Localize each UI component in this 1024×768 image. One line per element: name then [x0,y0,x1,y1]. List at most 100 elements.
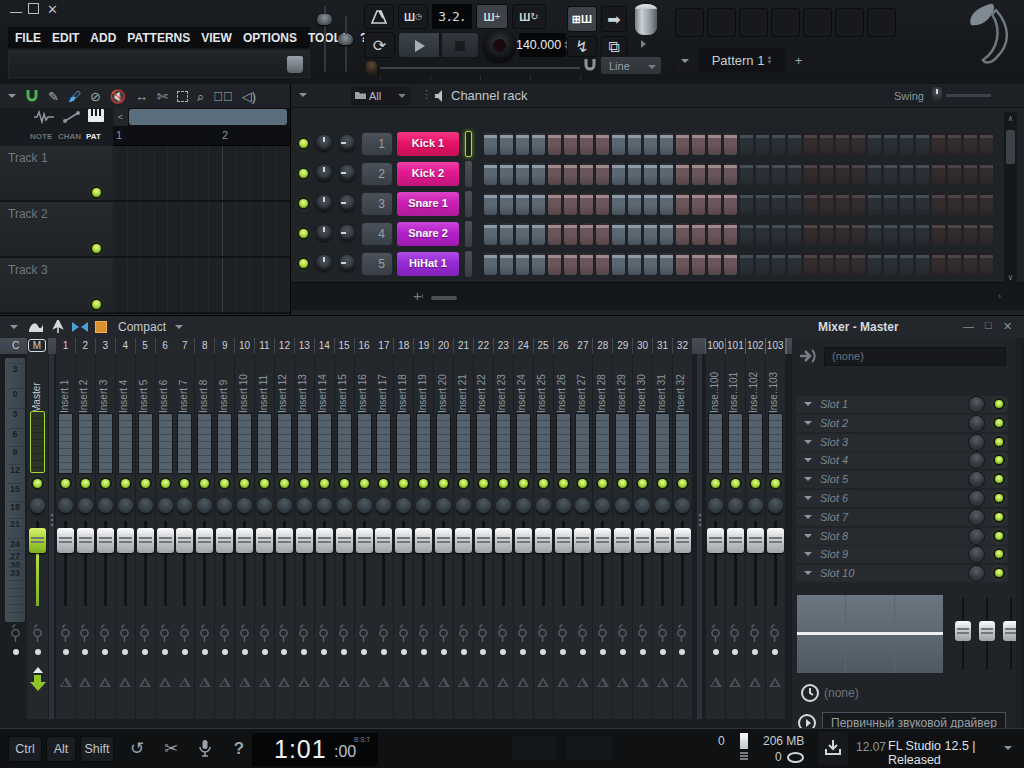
channel-selector[interactable] [465,161,472,187]
download-button[interactable] [818,732,848,765]
step-button[interactable] [772,193,785,215]
input-jack-icon[interactable] [536,624,549,643]
strip-fader-handle[interactable] [375,528,392,553]
insert-strip-7[interactable]: 7Insert 7 [175,338,194,719]
strip-mute-led[interactable] [731,479,740,488]
playlist-track-header[interactable]: Track 1 [0,146,112,202]
step-button[interactable] [836,133,849,155]
step-button[interactable] [692,133,705,155]
mixer-input-field[interactable]: (none) [824,347,1006,366]
strip-fader-handle[interactable] [276,528,293,553]
step-button[interactable] [884,253,897,275]
strip-route-arrow[interactable] [199,677,211,687]
step-button[interactable] [516,223,529,245]
strip-route-arrow[interactable] [729,677,741,687]
step-button[interactable] [804,253,817,275]
step-button[interactable] [932,223,945,245]
tab-chan[interactable]: CHAN [58,132,81,141]
insert-strip-102[interactable]: 102Inse..102 [746,338,765,719]
strip-pan-knob[interactable] [277,498,292,513]
step-button[interactable] [516,133,529,155]
insert-strip-3[interactable]: 3Insert 3 [96,338,115,719]
effect-slot[interactable]: Slot 7 [796,509,1008,526]
tempo-display[interactable]: 140.000▲▼ [519,33,566,57]
input-jack-icon[interactable] [675,624,688,643]
track-enable-led[interactable] [92,188,101,197]
step-button[interactable] [628,253,641,275]
strip-mute-led[interactable] [539,479,548,488]
input-jack-icon[interactable] [158,624,171,643]
step-button[interactable] [628,223,641,245]
step-button[interactable] [852,133,865,155]
step-button[interactable] [804,223,817,245]
strip-fader-handle[interactable] [176,528,193,553]
slice-icon[interactable]: ✄ [157,90,168,103]
insert-strip-27[interactable]: 27Insert 27 [573,338,592,719]
input-jack-icon[interactable] [198,624,211,643]
slot-dropdown-icon[interactable] [804,458,812,462]
strip-pan-knob[interactable] [496,498,511,513]
step-button[interactable] [596,133,609,155]
delete-icon[interactable]: ⊘ [90,90,101,103]
channel-rack-panel-button[interactable] [739,8,768,37]
step-button[interactable] [756,223,769,245]
step-button[interactable] [644,253,657,275]
input-jack-icon[interactable] [337,624,350,643]
strip-fader-handle[interactable] [727,528,744,553]
input-jack-icon[interactable] [31,624,44,643]
strip-mute-led[interactable] [161,479,170,488]
effect-slot[interactable]: Slot 8 [796,528,1008,545]
step-button[interactable] [900,223,913,245]
strip-pan-knob[interactable] [98,498,113,513]
insert-strip-18[interactable]: 18Insert 18 [394,338,413,719]
insert-strip-16[interactable]: 16Insert 16 [355,338,374,719]
input-jack-icon[interactable] [218,624,231,643]
step-button[interactable] [916,193,929,215]
step-button[interactable] [676,223,689,245]
channel-pan-knob[interactable] [316,225,332,241]
mixer-wave-icon[interactable] [28,320,44,334]
input-jack-icon[interactable] [768,624,781,643]
step-button[interactable] [980,163,993,185]
select-icon[interactable] [177,91,188,102]
channel-pan-knob[interactable] [316,195,332,211]
input-jack-icon[interactable] [636,624,649,643]
effect-slot[interactable]: Slot 10 [796,565,1008,582]
strip-fader-handle[interactable] [614,528,631,553]
slot-enable-led[interactable] [995,494,1003,502]
step-button[interactable] [836,253,849,275]
slot-mix-knob[interactable] [969,547,984,562]
strip-pan-knob[interactable] [337,498,352,513]
strip-mute-led[interactable] [360,479,369,488]
strip-fader-handle[interactable] [495,528,512,553]
strip-pan-knob[interactable] [748,498,763,513]
slot-dropdown-icon[interactable] [804,571,812,575]
loop-record-button[interactable]: Ш↻ [512,4,546,29]
link-button[interactable]: ⧉ [601,36,627,57]
effect-slot[interactable]: Slot 9 [796,546,1008,563]
menu-file[interactable]: FILE [15,31,41,45]
input-jack-icon[interactable] [476,624,489,643]
channel-number[interactable]: 5 [361,252,393,276]
input-jack-icon[interactable] [297,624,310,643]
input-jack-icon[interactable] [417,624,430,643]
step-button[interactable] [548,223,561,245]
strip-fader-handle[interactable] [296,528,313,553]
strip-route-arrow[interactable] [418,677,430,687]
strip-pan-knob[interactable] [158,498,173,513]
step-button[interactable] [532,193,545,215]
slot-mix-knob[interactable] [969,491,984,506]
step-button[interactable] [756,193,769,215]
channel-number[interactable]: 4 [361,222,393,246]
step-button[interactable] [772,133,785,155]
channel-number[interactable]: 2 [361,162,393,186]
stop-button[interactable] [441,32,479,58]
menu-options[interactable]: OPTIONS [243,31,297,45]
strip-mute-led[interactable] [200,479,209,488]
step-button[interactable] [516,253,529,275]
step-button[interactable] [660,193,673,215]
step-button[interactable] [484,253,497,275]
channel-button[interactable]: Snare 2 [397,222,459,246]
step-button[interactable] [868,193,881,215]
insert-strip-21[interactable]: 21Insert 21 [454,338,473,719]
